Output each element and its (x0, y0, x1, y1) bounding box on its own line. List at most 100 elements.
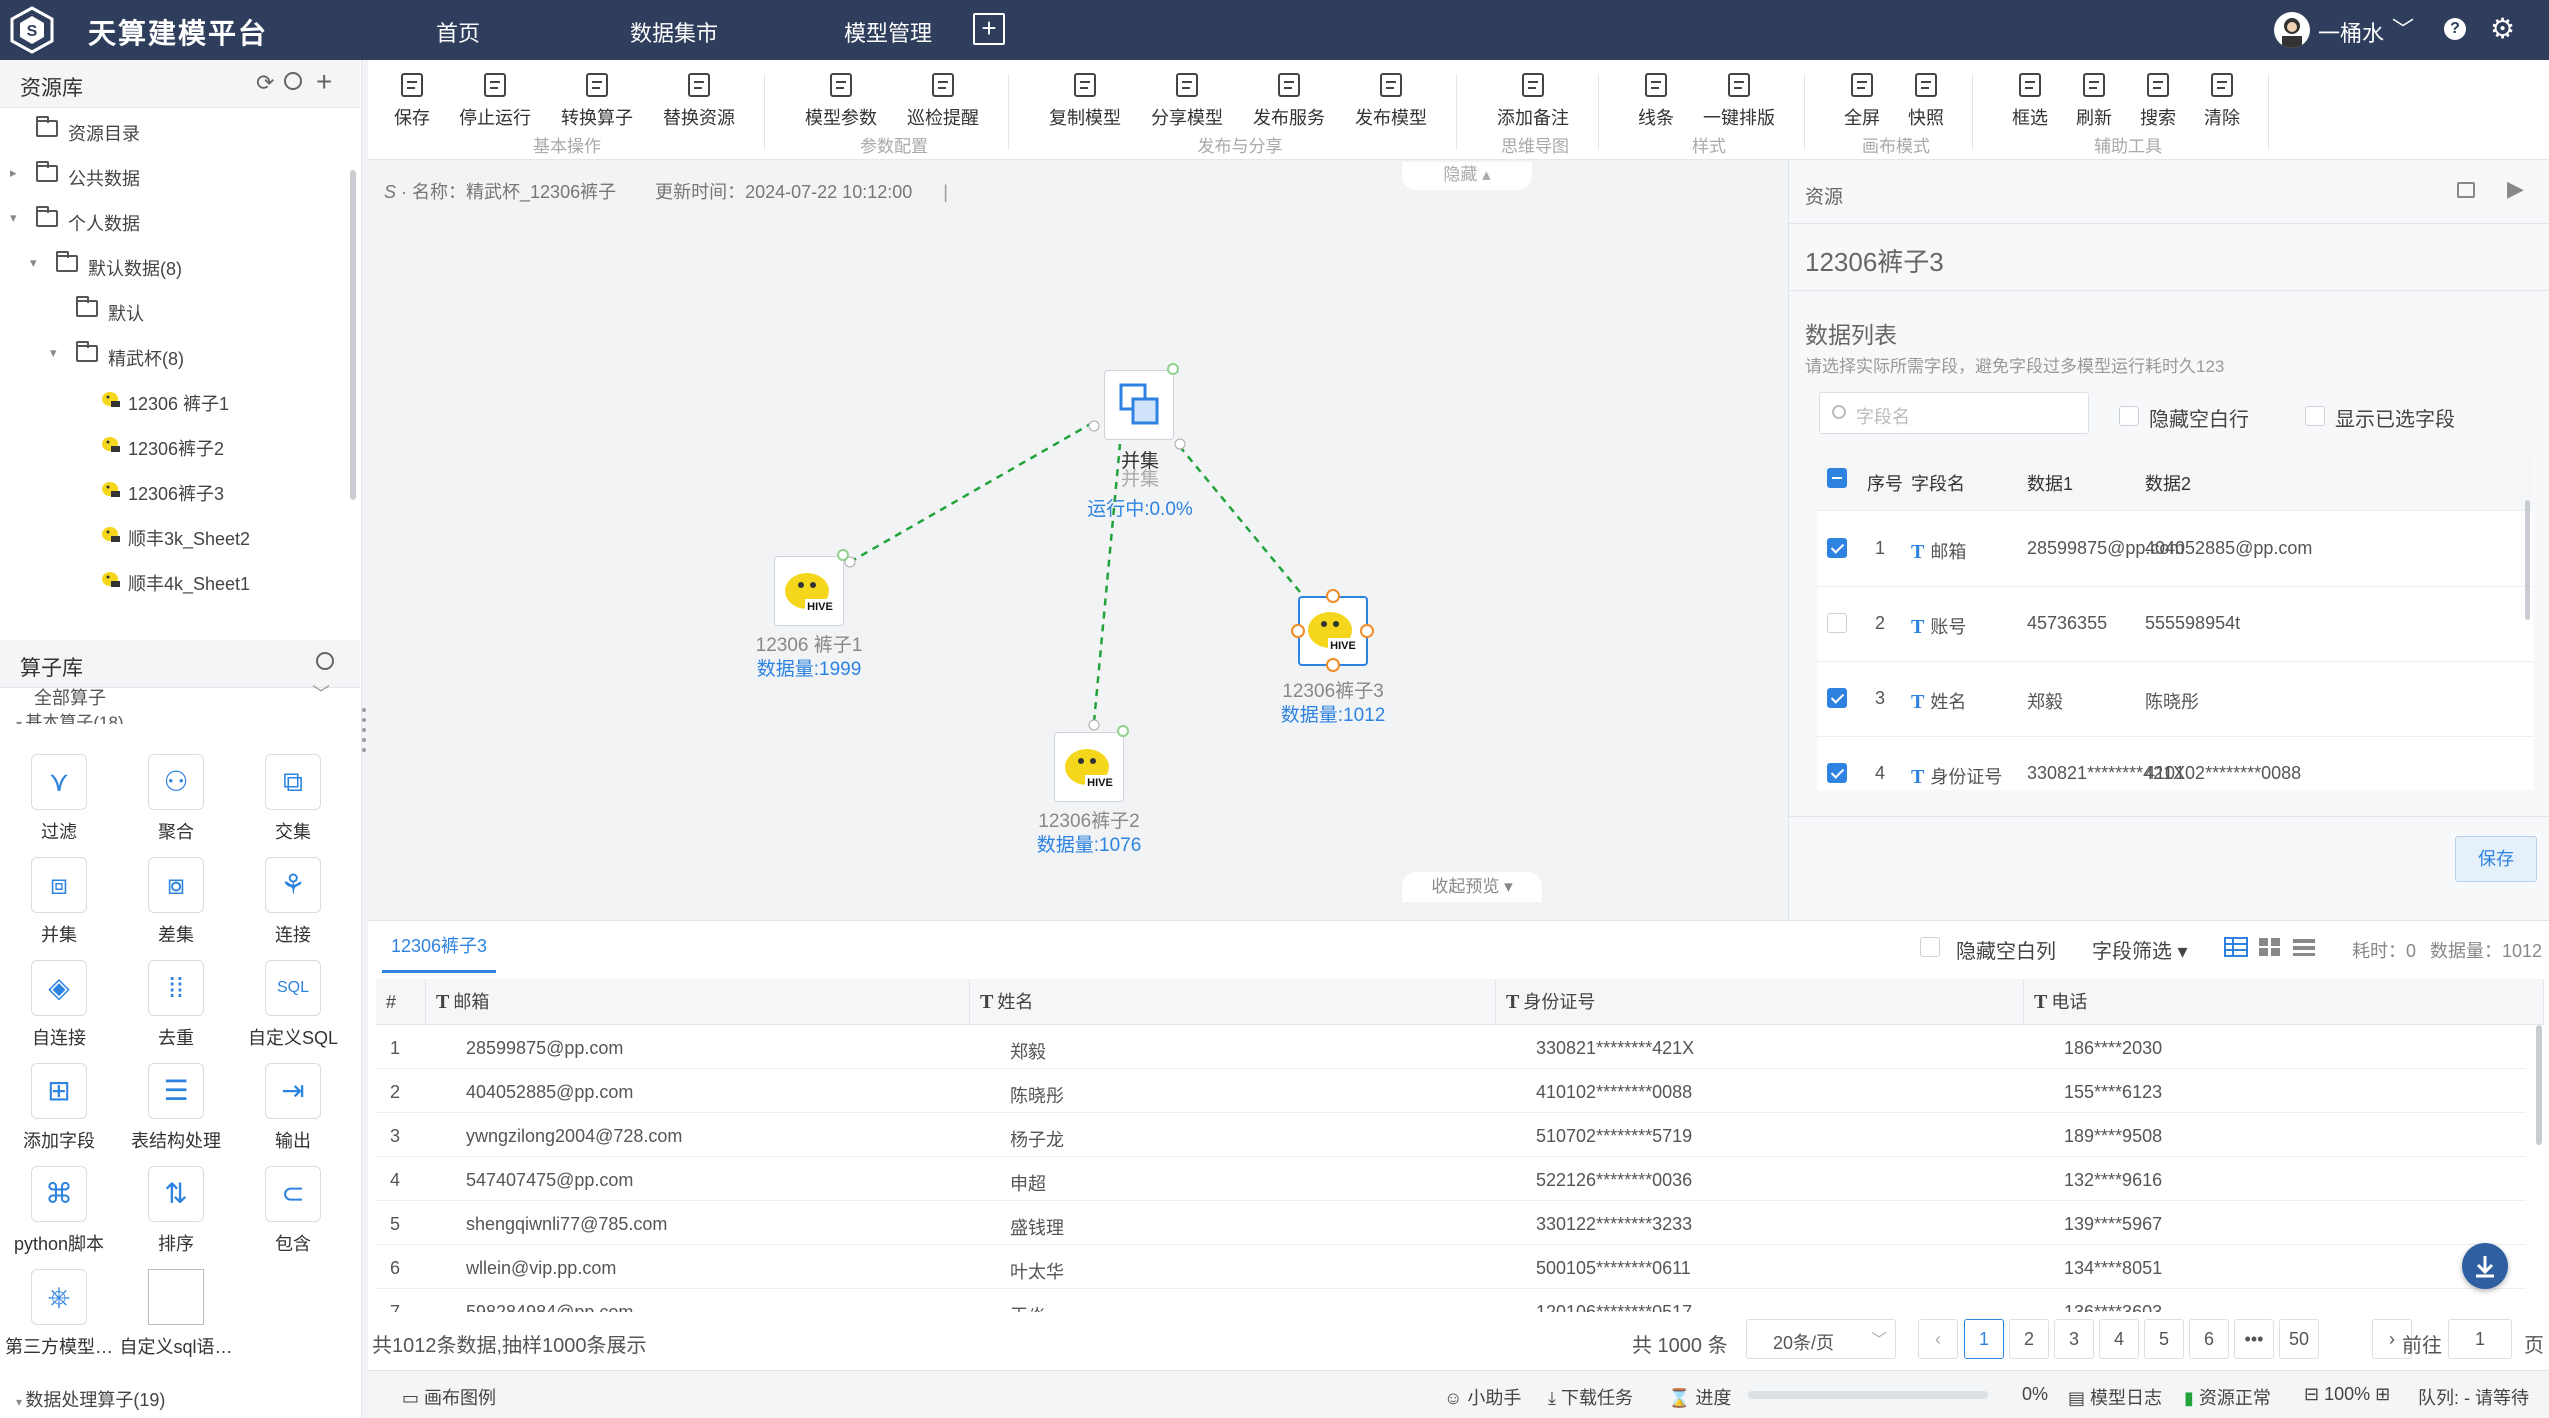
operator-item[interactable]: SQL 自定义SQL (238, 960, 348, 1062)
field-checkbox[interactable] (1827, 688, 1847, 708)
page-size-select[interactable]: 20条/页 ﹀ (1746, 1319, 1896, 1359)
tree-item[interactable]: 资源目录 (0, 108, 340, 152)
preview-column-header[interactable]: T 身份证号 (1496, 979, 2024, 1025)
goto-page-input[interactable]: 1 (2448, 1319, 2512, 1359)
page-button[interactable]: ••• (2234, 1319, 2274, 1359)
field-checkbox[interactable] (1827, 613, 1847, 633)
download-fab[interactable] (2462, 1243, 2508, 1289)
collapse-panel-icon[interactable]: ▶ (2507, 176, 2524, 202)
tree-item[interactable]: 12306裤子2 (0, 423, 340, 467)
data-operators-group[interactable]: ▾ 数据处理算子(19) (16, 1386, 165, 1412)
toolbar-button[interactable]: 转换算子 (548, 70, 646, 130)
nav-model-management[interactable]: 模型管理 (844, 16, 932, 48)
field-row[interactable]: 1 T 邮箱 28599875@pp.com 404052885@pp.com (1817, 512, 2533, 587)
download-tasks-button[interactable]: ⤓ 下载任务 (1548, 1384, 1633, 1410)
toolbar-button[interactable]: 搜索 (2128, 70, 2188, 130)
operator-item[interactable]: ⁞⁞ 去重 (121, 960, 231, 1062)
help-icon[interactable]: ? (2444, 18, 2466, 40)
operator-item[interactable]: ⊞ 添加字段 (4, 1063, 114, 1165)
caret-right-icon[interactable]: ▸ (10, 165, 17, 181)
tree-item[interactable]: ▾ 默认数据(8) (0, 243, 340, 287)
tree-item[interactable]: 顺丰4k_Sheet1 (0, 558, 340, 602)
model-log-button[interactable]: ▤ 模型日志 (2068, 1384, 2162, 1410)
nav-data-market[interactable]: 数据集市 (630, 16, 718, 48)
prev-page-button[interactable]: ‹ (1918, 1319, 1958, 1359)
operator-item[interactable]: ⧉ 交集 (238, 754, 348, 856)
tree-scrollbar[interactable] (350, 170, 356, 500)
toolbar-button[interactable]: 替换资源 (650, 70, 748, 130)
page-button[interactable]: 4 (2099, 1319, 2139, 1359)
username[interactable]: 一桶水 (2318, 16, 2384, 48)
tree-item[interactable]: 默认 (0, 288, 340, 332)
zoom-control[interactable]: ⊟ 100% ⊞ (2304, 1384, 2390, 1405)
hide-empty-rows-checkbox[interactable] (2119, 406, 2139, 426)
node-12306-k2[interactable]: HIVE (1054, 725, 1129, 802)
page-button[interactable]: 3 (2054, 1319, 2094, 1359)
toolbar-button[interactable]: 复制模型 (1036, 70, 1134, 130)
collapse-preview-button[interactable]: 收起预览 ▾ (1402, 872, 1542, 902)
toolbar-button[interactable]: 分享模型 (1138, 70, 1236, 130)
save-button[interactable]: 保存 (2455, 836, 2537, 882)
operator-item[interactable]: ☰ 表结构处理 (121, 1063, 231, 1165)
gear-icon[interactable]: ⚙ (2490, 12, 2515, 45)
node-12306-k1[interactable]: HIVE (774, 549, 849, 626)
nav-add-button[interactable]: + (973, 13, 1005, 45)
window-restore-icon[interactable] (2457, 182, 2475, 198)
toolbar-button[interactable]: 发布模型 (1342, 70, 1440, 130)
operator-item[interactable]: ⊂ 包含 (238, 1166, 348, 1268)
page-button[interactable]: 50 (2279, 1319, 2319, 1359)
operator-item[interactable]: ◈ 自连接 (4, 960, 114, 1062)
select-all-checkbox[interactable] (1827, 468, 1847, 488)
caret-down-icon[interactable]: ▾ (30, 255, 37, 271)
field-checkbox[interactable] (1827, 763, 1847, 783)
caret-down-icon[interactable]: ▾ (50, 345, 57, 361)
page-button[interactable]: 6 (2189, 1319, 2229, 1359)
preview-column-header[interactable]: T 电话 (2024, 979, 2544, 1025)
operator-item[interactable]: ⧇ 差集 (121, 857, 231, 959)
preview-column-header[interactable]: T 姓名 (970, 979, 1496, 1025)
field-row[interactable]: 2 T 账号 45736355 555598954t (1817, 587, 2533, 662)
node-union[interactable] (1104, 363, 1179, 440)
tree-item[interactable]: 顺丰3k_Sheet2 (0, 513, 340, 557)
toolbar-button[interactable]: 添加备注 (1484, 70, 1582, 130)
chevron-down-icon[interactable]: ﹀ (2392, 12, 2414, 44)
toolbar-button[interactable]: 巡检提醒 (894, 70, 992, 130)
operator-item[interactable]: ⌘ python脚本 (4, 1166, 114, 1268)
basic-operators-group[interactable]: ▾ 基本算子(18) (16, 708, 124, 724)
toolbar-button[interactable]: 框选 (2000, 70, 2060, 130)
operator-item[interactable]: ⚘ 连接 (238, 857, 348, 959)
field-checkbox[interactable] (1827, 538, 1847, 558)
model-canvas[interactable]: S · 名称：精武杯_12306裤子 更新时间：2024-07-22 10:12… (368, 160, 1788, 920)
tree-item[interactable]: 12306裤子3 (0, 468, 340, 512)
toolbar-button[interactable]: 快照 (1896, 70, 1956, 130)
panel-resize-handle[interactable] (360, 700, 368, 760)
caret-down-icon[interactable]: ▾ (10, 210, 17, 226)
page-button[interactable]: 1 (1964, 1319, 2004, 1359)
preview-scrollbar[interactable] (2536, 1025, 2542, 1145)
table-row[interactable]: 2 404052885@pp.com 陈晓彤 410102********0088 15… (376, 1070, 2526, 1113)
zoom-in-icon[interactable]: ⊞ (2370, 1384, 2390, 1404)
operator-item[interactable]: 自定义sql语… (119, 1269, 233, 1371)
page-button[interactable]: 2 (2009, 1319, 2049, 1359)
search-icon[interactable] (284, 72, 302, 90)
field-row[interactable]: 4 T 身份证号 330821********421X 410102********00… (1817, 737, 2533, 790)
tree-item[interactable]: 12306 裤子1 (0, 378, 340, 422)
toolbar-button[interactable]: 保存 (382, 70, 442, 130)
table-row[interactable]: 3 ywngzilong2004@728.com 杨子龙 510702********… (376, 1114, 2526, 1157)
operator-item[interactable]: ⋎ 过滤 (4, 754, 114, 856)
zoom-out-icon[interactable]: ⊟ (2304, 1384, 2324, 1404)
assistant-button[interactable]: ☺ 小助手 (1444, 1384, 1521, 1410)
search-icon[interactable] (316, 652, 334, 670)
avatar[interactable] (2274, 12, 2310, 48)
tree-item[interactable]: ▾ 个人数据 (0, 198, 340, 242)
toolbar-button[interactable]: 模型参数 (792, 70, 890, 130)
operator-item[interactable]: ⧈ 并集 (4, 857, 114, 959)
field-search-input[interactable]: 字段名 (1819, 392, 2089, 434)
preview-column-header[interactable]: # (376, 979, 426, 1025)
toolbar-button[interactable]: 一键排版 (1690, 70, 1788, 130)
preview-column-header[interactable]: T 邮箱 (426, 979, 970, 1025)
tree-item[interactable]: ▾ 精武杯(8) (0, 333, 340, 377)
resize-handle[interactable] (1291, 624, 1305, 638)
table-row[interactable]: 5 shengqiwnli77@785.com 盛钱理 330122********3… (376, 1202, 2526, 1245)
toolbar-button[interactable]: 刷新 (2064, 70, 2124, 130)
